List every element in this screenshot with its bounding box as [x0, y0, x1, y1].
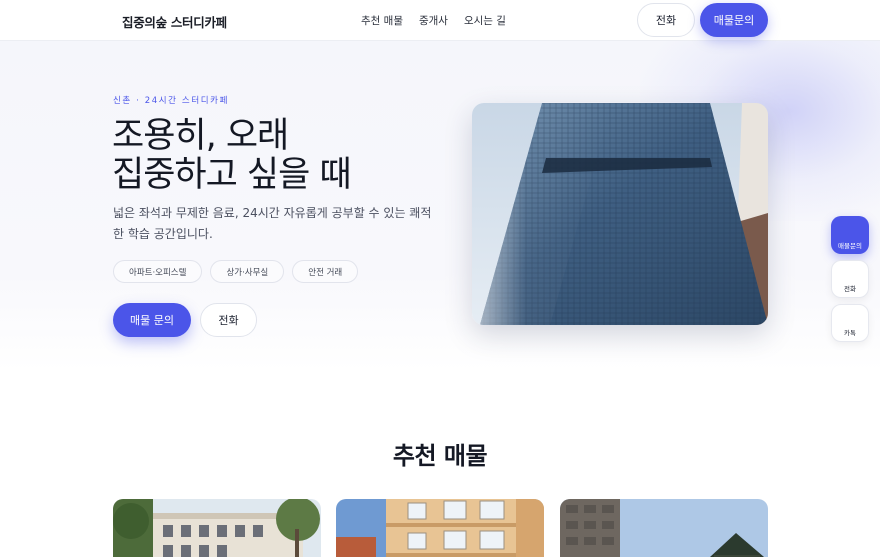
hero-eyebrow: 신촌 · 24시간 스터디카페 [113, 96, 230, 106]
floating-inquiry-button[interactable]: 매물문의 [831, 216, 869, 254]
header-call-button[interactable]: 전화 [637, 3, 695, 37]
tag-apartment-officetel[interactable]: 아파트·오피스텔 [113, 260, 203, 283]
listing-card-1[interactable] [113, 499, 321, 557]
nav-agents[interactable]: 중개사 [419, 13, 448, 28]
listing-image-1 [113, 499, 321, 557]
main-nav: 추천 매물 중개사 오시는 길 [361, 13, 506, 28]
header-inquiry-button[interactable]: 매물문의 [700, 3, 768, 37]
hero-title-line-2: 집중하고 싶을 때 [112, 155, 352, 195]
site-header: 집중의숲 스터디카페 추천 매물 중개사 오시는 길 전화 매물문의 [0, 0, 880, 41]
nav-directions[interactable]: 오시는 길 [464, 13, 506, 28]
listing-image-3 [560, 499, 768, 557]
hero-description: 넓은 좌석과 무제한 음료, 24시간 자유롭게 공부할 수 있는 쾌적한 학습… [113, 206, 432, 241]
hero-title-line-1: 조용히, 오래 [112, 116, 289, 156]
listing-image-2 [336, 499, 544, 557]
listing-card-3[interactable] [560, 499, 768, 557]
nav-recommended[interactable]: 추천 매물 [361, 13, 403, 28]
hero-inquiry-button[interactable]: 매물 문의 [113, 303, 191, 337]
floating-kakaotalk-button[interactable]: 카톡 [831, 304, 869, 342]
floating-call-button[interactable]: 전화 [831, 260, 869, 298]
hero-title: 조용히, 오래 집중하고 싶을 때 [112, 116, 352, 195]
tag-store-office[interactable]: 상가·사무실 [210, 260, 285, 283]
hero-call-button[interactable]: 전화 [200, 303, 257, 337]
hero-section: 신촌 · 24시간 스터디카페 조용히, 오래 집중하고 싶을 때 넓은 좌석과… [0, 41, 880, 371]
site-logo[interactable]: 집중의숲 스터디카페 [122, 12, 227, 31]
listings-section-title: 추천 매물 [392, 442, 488, 470]
tag-safe-deal[interactable]: 안전 거래 [292, 260, 359, 283]
hero-building-image [472, 103, 768, 325]
hero-tags: 아파트·오피스텔 상가·사무실 안전 거래 [113, 260, 359, 283]
listing-card-2[interactable] [336, 499, 544, 557]
